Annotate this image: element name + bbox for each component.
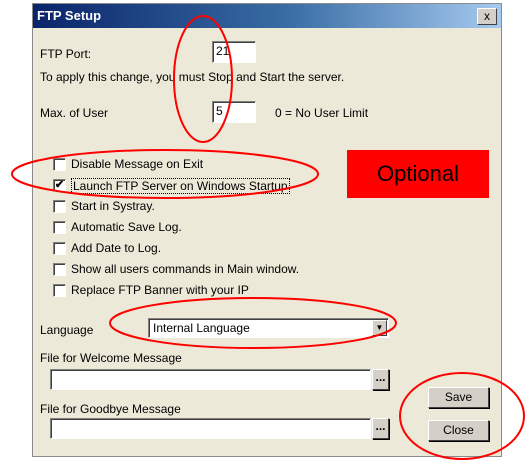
max-user-hint: 0 = No User Limit: [275, 106, 369, 120]
checkbox-label: Disable Message on Exit: [71, 157, 204, 171]
max-user-input[interactable]: 5: [212, 101, 256, 123]
ftp-port-label: FTP Port:: [40, 47, 92, 61]
check-mark-icon[interactable]: ✔: [53, 179, 66, 192]
goodbye-label: File for Goodbye Message: [40, 402, 181, 416]
checkbox-box[interactable]: [53, 284, 66, 297]
checkbox-label: Launch FTP Server on Windows Startup: [71, 178, 290, 194]
apply-note: To apply this change, you must Stop and …: [40, 70, 345, 84]
checkbox-label: Automatic Save Log.: [71, 220, 182, 234]
optional-callout: Optional: [347, 150, 489, 198]
dialog-title: FTP Setup: [37, 8, 102, 23]
language-select[interactable]: Internal Language ▼: [148, 318, 389, 338]
goodbye-browse-button[interactable]: ...: [372, 418, 389, 439]
ftp-port-input[interactable]: 21: [212, 41, 256, 63]
welcome-label: File for Welcome Message: [40, 351, 182, 365]
checkbox-box[interactable]: [53, 263, 66, 276]
language-selected: Internal Language: [153, 321, 250, 335]
checkbox-label: Start in Systray.: [71, 199, 155, 213]
language-label: Language: [40, 323, 94, 337]
checkbox-box[interactable]: [53, 200, 66, 213]
save-button[interactable]: Save: [428, 387, 489, 408]
checkbox-box[interactable]: [53, 242, 66, 255]
checkbox-label: Add Date to Log.: [71, 241, 162, 255]
close-icon[interactable]: x: [477, 8, 497, 25]
max-user-label: Max. of User: [40, 106, 109, 120]
checkbox-label: Show all users commands in Main window.: [71, 262, 300, 276]
welcome-browse-button[interactable]: ...: [372, 369, 389, 390]
title-bar[interactable]: FTP Setup x: [33, 4, 501, 28]
close-button[interactable]: Close: [428, 420, 489, 441]
welcome-file-input[interactable]: [50, 369, 371, 390]
checkbox-box[interactable]: [53, 158, 66, 171]
chevron-down-icon[interactable]: ▼: [372, 320, 387, 336]
goodbye-file-input[interactable]: [50, 418, 371, 439]
checkbox-box[interactable]: [53, 221, 66, 234]
checkbox-label: Replace FTP Banner with your IP: [71, 283, 249, 297]
